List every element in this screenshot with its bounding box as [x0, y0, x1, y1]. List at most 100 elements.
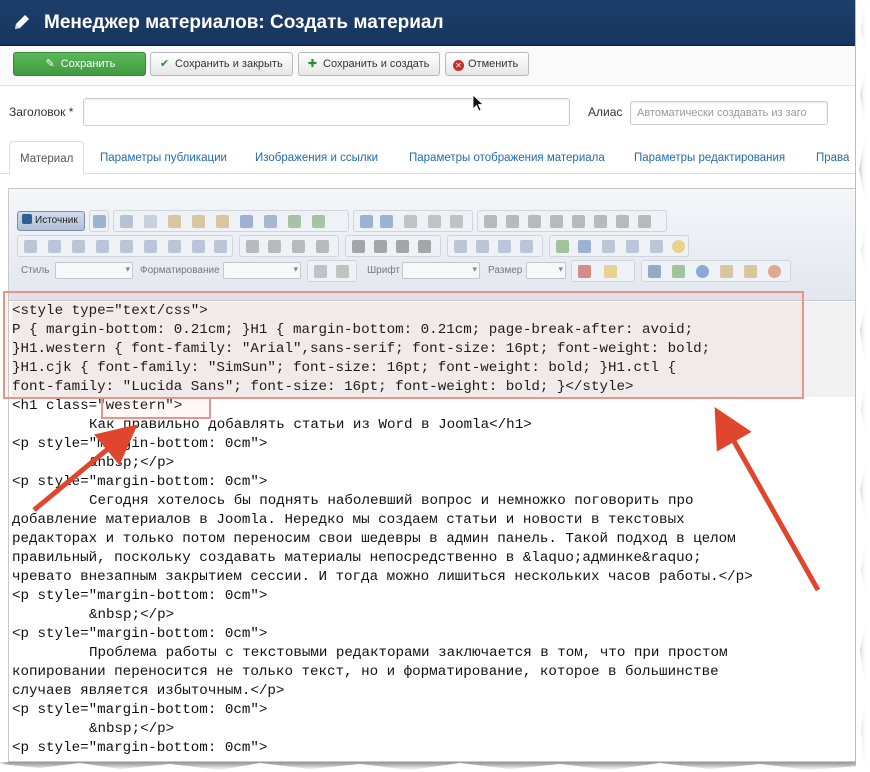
- preview-icon[interactable]: [744, 265, 757, 278]
- app-window: Менеджер материалов: Создать материал ✎ С…: [0, 0, 856, 762]
- code-line: <p style="margin-bottom: 0cm">: [12, 436, 268, 452]
- mouse-cursor-icon: [472, 94, 484, 112]
- form-icon[interactable]: [24, 240, 37, 253]
- source-label: Источник: [35, 215, 78, 226]
- tab-material[interactable]: Материал: [9, 141, 85, 175]
- quote-icon[interactable]: [616, 215, 629, 228]
- code-line: <h1 class="western">: [12, 398, 183, 414]
- title-input[interactable]: [83, 98, 570, 126]
- save-button[interactable]: ✎ Сохранить: [13, 52, 146, 76]
- underline-icon[interactable]: [528, 215, 541, 228]
- copy-icon[interactable]: [144, 215, 157, 228]
- link-icon[interactable]: [454, 240, 467, 253]
- toolbar-group-clipboard: [113, 210, 349, 232]
- flash-icon[interactable]: [578, 240, 591, 253]
- code-line: font-family: "Lucida Sans"; font-size: 1…: [12, 378, 855, 397]
- toolbar-group-forms: [17, 235, 233, 257]
- code-line: &nbsp;</p>: [89, 455, 175, 471]
- alias-input[interactable]: Автоматически создавать из заго: [630, 101, 828, 125]
- text-color-icon[interactable]: [578, 265, 591, 278]
- tab-editing-options[interactable]: Параметры редактирования: [624, 141, 795, 175]
- zoom-icon[interactable]: [336, 265, 349, 278]
- code-line: &nbsp;</p>: [89, 721, 175, 737]
- toolbar-group-save: [89, 210, 109, 232]
- code-line: случаев является избыточным.</p>: [12, 683, 285, 699]
- title-alias-row: Заголовок * Алиас Автоматически создават…: [0, 94, 855, 134]
- textarea-icon[interactable]: [120, 240, 133, 253]
- tab-permissions[interactable]: Права: [806, 141, 855, 175]
- align-left-icon[interactable]: [352, 240, 365, 253]
- save-new-button[interactable]: ✚ Сохранить и создать: [298, 52, 440, 76]
- font-label: Шрифт: [367, 265, 400, 276]
- paste-icon[interactable]: [168, 215, 181, 228]
- iframe-icon[interactable]: [650, 240, 663, 253]
- paste-text-icon[interactable]: [192, 215, 205, 228]
- bullet-list-icon[interactable]: [268, 240, 281, 253]
- show-blocks-icon[interactable]: [672, 265, 685, 278]
- cancel-button[interactable]: ✕ Отменить: [445, 52, 529, 76]
- radio-icon[interactable]: [72, 240, 85, 253]
- eraser-icon[interactable]: [404, 215, 417, 228]
- strike-icon[interactable]: [550, 215, 563, 228]
- textfield-icon[interactable]: [96, 240, 109, 253]
- align-right-icon[interactable]: [396, 240, 409, 253]
- style-combo[interactable]: [55, 262, 133, 279]
- toolbar-group-tools: [641, 260, 791, 282]
- spellcheck-dropdown-icon[interactable]: [312, 215, 325, 228]
- tab-publishing[interactable]: Параметры публикации: [90, 141, 237, 175]
- tab-images-links[interactable]: Изображения и ссылки: [245, 141, 388, 175]
- maximize-icon[interactable]: [648, 265, 661, 278]
- italic-icon[interactable]: [506, 215, 519, 228]
- content-editor: Источник Стиль ▾ Форматирование ▾ Шрифт …: [8, 188, 855, 762]
- checkbox-icon[interactable]: [48, 240, 61, 253]
- templates-icon[interactable]: [720, 265, 733, 278]
- about-icon[interactable]: [696, 265, 709, 278]
- div-icon[interactable]: [314, 265, 327, 278]
- tab-display-options[interactable]: Параметры отображения материала: [399, 141, 615, 175]
- font-combo[interactable]: [402, 262, 480, 279]
- smiley-icon[interactable]: [672, 240, 685, 253]
- outdent-icon[interactable]: [292, 240, 305, 253]
- save-close-button[interactable]: ✔ Сохранить и закрыть: [150, 52, 293, 76]
- superscript-icon[interactable]: [594, 215, 607, 228]
- code-line: P { margin-bottom: 0.21cm; }H1 { margin-…: [12, 321, 855, 340]
- bg-color-icon[interactable]: [604, 265, 617, 278]
- tab-bar: Материал Параметры публикации Изображени…: [0, 138, 855, 175]
- image-button-icon[interactable]: [192, 240, 205, 253]
- select-all-icon[interactable]: [428, 215, 441, 228]
- indent-icon[interactable]: [316, 240, 329, 253]
- code-line: Проблема работы с текстовыми редакторами…: [89, 645, 728, 661]
- align-center-icon[interactable]: [374, 240, 387, 253]
- print-icon[interactable]: [240, 215, 253, 228]
- color-palette-icon[interactable]: [768, 265, 781, 278]
- format-combo[interactable]: [223, 262, 301, 279]
- spellcheck-icon[interactable]: [288, 215, 301, 228]
- select-icon[interactable]: [144, 240, 157, 253]
- cancel-label: Отменить: [468, 58, 519, 70]
- save-doc-icon[interactable]: [93, 215, 106, 228]
- button-icon[interactable]: [168, 240, 181, 253]
- paste-word-icon[interactable]: [216, 215, 229, 228]
- numbered-list-icon[interactable]: [246, 240, 259, 253]
- find-icon[interactable]: [264, 215, 277, 228]
- table-icon[interactable]: [602, 240, 615, 253]
- source-code-area[interactable]: <style type="text/css"> P { margin-bottom…: [9, 302, 855, 762]
- undo-icon[interactable]: [360, 215, 373, 228]
- clear-format-icon[interactable]: [450, 215, 463, 228]
- redo-icon[interactable]: [380, 215, 393, 228]
- toolbar-group-styles-extra: [307, 260, 357, 282]
- align-justify-icon[interactable]: [418, 240, 431, 253]
- hidden-field-icon[interactable]: [214, 240, 227, 253]
- hr-icon[interactable]: [626, 240, 639, 253]
- bold-icon[interactable]: [484, 215, 497, 228]
- size-combo[interactable]: [526, 262, 566, 279]
- image-icon[interactable]: [556, 240, 569, 253]
- unlink-icon[interactable]: [476, 240, 489, 253]
- special-char-icon[interactable]: [638, 215, 651, 228]
- anchor-icon-2[interactable]: [520, 240, 533, 253]
- code-line: <style type="text/css">: [12, 302, 855, 321]
- subscript-icon[interactable]: [572, 215, 585, 228]
- cut-icon[interactable]: [120, 215, 133, 228]
- anchor-icon[interactable]: [498, 240, 511, 253]
- source-button[interactable]: Источник: [17, 211, 85, 231]
